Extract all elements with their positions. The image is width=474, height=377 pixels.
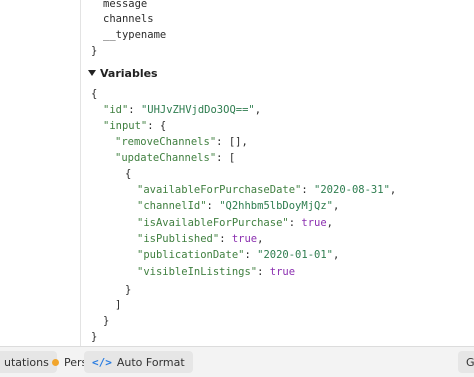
channel-entry-value: "2020-08-31"	[314, 184, 390, 196]
channel-object-close: }	[125, 284, 132, 296]
bottom-toolbar: utations Pers </> Auto Format Ge	[0, 346, 474, 377]
var-line-input[interactable]: "input": {	[103, 118, 166, 134]
var-key-input: "input"	[103, 120, 148, 132]
input-close-brace: }	[103, 315, 110, 327]
caret-down-icon	[88, 70, 96, 76]
channel-entry-line[interactable]: "availableForPurchaseDate": "2020-08-31"…	[137, 182, 396, 198]
channel-entry-line[interactable]: "isPublished": true,	[137, 231, 263, 247]
channel-entry-line[interactable]: "channelId": "Q2hhbm5lbDoyMjQz",	[137, 198, 339, 214]
var-value-remove-channels: []	[228, 136, 242, 148]
var-line-update-channels[interactable]: "updateChannels": [	[115, 150, 235, 166]
var-key-remove-channels: "removeChannels"	[115, 136, 217, 148]
channel-entry-key: "availableForPurchaseDate"	[137, 184, 302, 196]
channel-entry-line[interactable]: "isAvailableForPurchase": true,	[137, 215, 333, 231]
code-brackets-icon: </>	[92, 355, 112, 369]
query-close-brace: }	[91, 45, 98, 57]
var-line-id[interactable]: "id": "UHJvZHVjdDo3OQ==",	[103, 102, 261, 118]
channel-entry-value: "2020-01-01"	[257, 249, 333, 262]
channel-entry-key: "channelId"	[137, 200, 207, 213]
vars-open-brace: {	[91, 88, 98, 100]
right-button-label: Ge	[466, 355, 474, 369]
var-key-id: "id"	[103, 104, 129, 116]
channel-object-open: {	[125, 168, 132, 180]
mutations-label: utations	[4, 355, 49, 369]
var-key-update-channels: "updateChannels"	[115, 152, 217, 164]
variables-toggle[interactable]: Variables	[88, 64, 158, 82]
channel-entry-key: "isAvailableForPurchase"	[137, 216, 289, 229]
update-channels-open-bracket: [	[228, 152, 236, 164]
channel-entry-key: "publicationDate"	[137, 249, 245, 262]
channel-entry-value: true	[301, 216, 327, 229]
status-dot-icon	[52, 358, 59, 366]
right-toolbar-button[interactable]: Ge	[458, 351, 474, 373]
variables-title: Variables	[100, 66, 158, 80]
channel-entry-value: true	[231, 232, 258, 245]
channel-entry-key: "isPublished"	[137, 232, 220, 245]
channel-entry-line[interactable]: "publicationDate": "2020-01-01",	[137, 247, 339, 263]
left-panel-edge	[0, 0, 81, 346]
auto-format-button[interactable]: </> Auto Format	[84, 351, 193, 373]
channel-entry-value: "Q2hhbm5lbDoyMjQz"	[219, 200, 333, 213]
channel-entry-value: true	[269, 265, 296, 278]
update-channels-close-bracket: ]	[115, 299, 122, 311]
vars-close-brace: }	[91, 331, 98, 343]
channel-entry-line[interactable]: "visibleInListings": true	[137, 264, 295, 280]
query-field-typename: __typename	[103, 29, 167, 41]
auto-format-label: Auto Format	[116, 355, 185, 369]
var-line-remove-channels[interactable]: "removeChannels": [],	[115, 134, 248, 150]
query-field-channels: channels	[103, 13, 154, 25]
channel-entry-key: "visibleInListings"	[137, 265, 258, 278]
var-value-id: "UHJvZHVjdDo3OQ=="	[140, 104, 255, 116]
